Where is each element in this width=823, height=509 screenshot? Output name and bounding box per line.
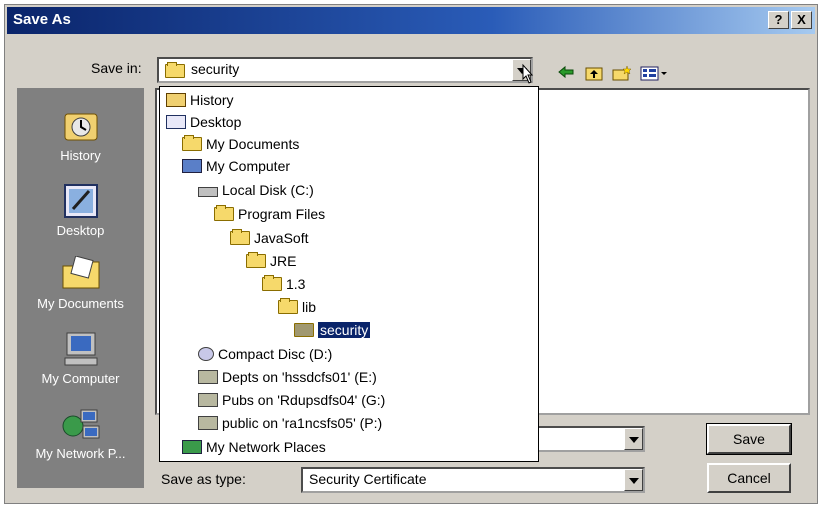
desktop-icon — [166, 115, 186, 129]
mouse-cursor-icon — [517, 63, 537, 92]
network-places-icon — [59, 406, 103, 442]
list-item-security[interactable]: security — [294, 319, 371, 341]
save-as-type-value: Security Certificate — [309, 471, 427, 487]
list-item-local-disk[interactable]: Local Disk (C:) — [198, 179, 314, 201]
places-my-computer-label: My Computer — [41, 371, 120, 386]
save-as-type-label: Save as type: — [161, 471, 246, 487]
save-as-type-dropdown-button[interactable] — [624, 469, 643, 491]
list-item-network-places[interactable]: My Network Places — [182, 436, 326, 458]
places-desktop[interactable]: Desktop — [17, 183, 144, 238]
save-in-label: Save in: — [91, 60, 142, 76]
list-item-desktop[interactable]: Desktop — [166, 111, 241, 133]
list-item-1-3[interactable]: 1.3 — [262, 273, 305, 295]
places-history-label: History — [60, 148, 101, 163]
desktop-icon — [59, 183, 103, 219]
places-network-label: My Network P... — [35, 446, 126, 461]
open-folder-icon — [294, 323, 314, 337]
history-icon — [166, 93, 186, 107]
folder-icon — [214, 205, 234, 221]
list-item-my-computer[interactable]: My Computer — [182, 155, 290, 177]
cd-drive-icon — [198, 347, 214, 361]
history-icon — [59, 108, 103, 144]
places-history[interactable]: History — [17, 108, 144, 163]
help-button[interactable]: ? — [768, 11, 789, 29]
list-item-history[interactable]: History — [166, 89, 234, 111]
places-desktop-label: Desktop — [56, 223, 105, 238]
list-item-pubs-drive[interactable]: Pubs on 'Rdupsdfs04' (G:) — [198, 389, 385, 411]
title-bar[interactable]: Save As ? X — [7, 7, 815, 34]
cancel-button[interactable]: Cancel — [707, 463, 791, 493]
places-bar: History Desktop My Documents My Computer… — [17, 88, 144, 488]
save-button[interactable]: Save — [706, 423, 792, 455]
my-documents-icon — [182, 135, 202, 151]
network-drive-icon — [198, 416, 218, 430]
list-item-jre[interactable]: JRE — [246, 250, 296, 272]
folder-icon — [165, 62, 185, 78]
file-name-dropdown-button[interactable] — [624, 428, 643, 450]
save-in-dropdown-list: History Desktop My Documents My Computer… — [159, 86, 539, 462]
save-as-type-combo[interactable]: Security Certificate — [301, 467, 645, 493]
places-my-computer[interactable]: My Computer — [17, 331, 144, 386]
list-item-public-drive[interactable]: public on 'ra1ncsfs05' (P:) — [198, 412, 382, 434]
list-item-compact-disc[interactable]: Compact Disc (D:) — [198, 343, 332, 365]
close-button[interactable]: X — [791, 11, 812, 29]
save-as-dialog: Save As ? X Save in: security History De… — [4, 4, 818, 504]
views-menu-icon[interactable] — [639, 65, 669, 85]
network-drive-icon — [198, 393, 218, 407]
list-item-program-files[interactable]: Program Files — [214, 203, 325, 225]
folder-icon — [278, 298, 298, 314]
list-item-my-documents[interactable]: My Documents — [182, 133, 299, 155]
my-computer-icon — [59, 331, 103, 367]
folder-icon — [262, 275, 282, 291]
folder-icon — [230, 229, 250, 245]
up-folder-icon[interactable] — [583, 65, 605, 85]
drive-icon — [198, 187, 218, 197]
list-item-javasoft[interactable]: JavaSoft — [230, 227, 308, 249]
list-item-lib[interactable]: lib — [278, 296, 316, 318]
back-arrow-icon[interactable] — [555, 65, 577, 85]
places-network[interactable]: My Network P... — [17, 406, 144, 461]
my-documents-icon — [59, 255, 103, 292]
save-in-combo[interactable]: security — [157, 57, 533, 83]
window-title: Save As — [13, 11, 71, 28]
network-places-icon — [182, 440, 202, 454]
new-folder-icon[interactable] — [611, 65, 633, 85]
places-my-documents[interactable]: My Documents — [17, 255, 144, 311]
places-my-documents-label: My Documents — [37, 296, 124, 311]
folder-icon — [246, 252, 266, 268]
save-in-value: security — [191, 61, 240, 77]
network-drive-icon — [198, 370, 218, 384]
my-computer-icon — [182, 159, 202, 173]
list-item-depts-drive[interactable]: Depts on 'hssdcfs01' (E:) — [198, 366, 377, 388]
